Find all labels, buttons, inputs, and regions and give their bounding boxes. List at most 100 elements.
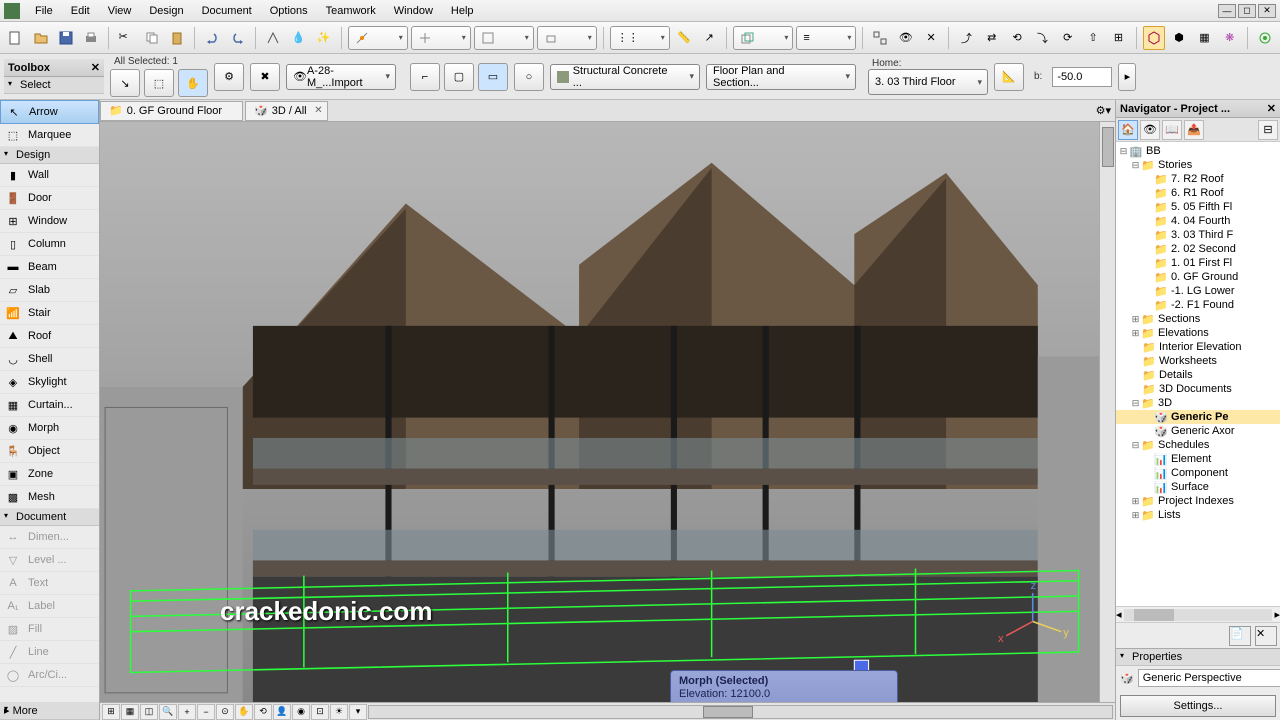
trace-combo[interactable] xyxy=(733,26,793,50)
measure-button[interactable]: ↗ xyxy=(698,26,720,50)
fill-tool[interactable]: ▨Fill xyxy=(0,618,99,641)
grid-display-combo[interactable]: ⋮⋮ xyxy=(610,26,670,50)
eyedropper-button[interactable]: 💧 xyxy=(287,26,309,50)
pick-button[interactable] xyxy=(262,26,284,50)
redo-button[interactable] xyxy=(227,26,249,50)
mirror-button[interactable]: ⟳ xyxy=(1057,26,1079,50)
multiply-button[interactable]: ⊞ xyxy=(1107,26,1129,50)
settings-dialog-button[interactable]: ⚙ xyxy=(214,63,244,91)
angle-icon-button[interactable]: 📐 xyxy=(994,63,1024,91)
line-tool[interactable]: ╱Line xyxy=(0,641,99,664)
save-button[interactable] xyxy=(55,26,77,50)
nav-opts-button[interactable]: ⊟ xyxy=(1258,120,1278,140)
grid-snap-combo[interactable] xyxy=(474,26,534,50)
3d-viewport[interactable]: z y x Morph (Selected) Elevation: 12100.… xyxy=(100,122,1099,702)
zone-tool[interactable]: ▣Zone xyxy=(0,463,99,486)
tree-int-elev[interactable]: 📁Interior Elevation xyxy=(1116,340,1280,354)
tree-worksheets[interactable]: 📁Worksheets xyxy=(1116,354,1280,368)
tree-3d-docs[interactable]: 📁3D Documents xyxy=(1116,382,1280,396)
tree-story-7[interactable]: 📁7. R2 Roof xyxy=(1116,172,1280,186)
print-button[interactable] xyxy=(80,26,102,50)
navigator-close-icon[interactable]: ✕ xyxy=(1267,102,1276,115)
tree-proj-indexes[interactable]: ⊞📁Project Indexes xyxy=(1116,494,1280,508)
skylight-tool[interactable]: ◈Skylight xyxy=(0,371,99,394)
paste-button[interactable] xyxy=(166,26,188,50)
b-value-field[interactable] xyxy=(1052,67,1112,87)
new-file-button[interactable] xyxy=(4,26,26,50)
delete-view-button[interactable]: ✕ xyxy=(1255,626,1277,646)
tree-lists[interactable]: ⊞📁Lists xyxy=(1116,508,1280,522)
tree-story-0[interactable]: 📁0. GF Ground xyxy=(1116,270,1280,284)
elevate-button[interactable]: ⇧ xyxy=(1082,26,1104,50)
menu-file[interactable]: File xyxy=(26,3,62,19)
menu-teamwork[interactable]: Teamwork xyxy=(317,3,385,19)
structural-material-combo[interactable]: Structural Concrete ... xyxy=(550,64,700,90)
tab-options-button[interactable]: ⚙▾ xyxy=(1096,104,1115,117)
suspend-groups-button[interactable] xyxy=(869,26,891,50)
render-button[interactable]: ❋ xyxy=(1219,26,1241,50)
view-name-field[interactable] xyxy=(1138,669,1280,687)
cancel-button[interactable]: ✕ xyxy=(920,26,942,50)
tree-story-5[interactable]: 📁5. 05 Fifth Fl xyxy=(1116,200,1280,214)
design-section-header[interactable]: Design xyxy=(0,147,99,164)
3d-window-button[interactable] xyxy=(1143,26,1165,50)
qo-3[interactable]: ◫ xyxy=(140,704,158,720)
show-hide-button[interactable]: 👁 xyxy=(895,26,917,50)
guideline-combo[interactable] xyxy=(348,26,408,50)
publisher-button[interactable]: 📤 xyxy=(1184,120,1204,140)
properties-header[interactable]: Properties xyxy=(1116,649,1280,666)
next-button[interactable]: ▸ xyxy=(1118,63,1136,91)
qo-8[interactable]: ✋ xyxy=(235,704,253,720)
tree-story-1[interactable]: 📁1. 01 First Fl xyxy=(1116,256,1280,270)
cut-button[interactable]: ✂ xyxy=(115,26,137,50)
tree-schedules[interactable]: ⊟📁Schedules xyxy=(1116,438,1280,452)
qo-12[interactable]: ⊡ xyxy=(311,704,329,720)
home-story-combo[interactable]: 3. 03 Third Floor xyxy=(868,69,988,95)
object-tool[interactable]: 🪑Object xyxy=(0,440,99,463)
document-section-header[interactable]: Document xyxy=(0,509,99,526)
arrow-tool[interactable]: ↖Arrow xyxy=(0,100,99,124)
tree-sch-surface[interactable]: 📊Surface xyxy=(1116,480,1280,494)
tab-3d-all[interactable]: 🎲3D / All✕ xyxy=(245,101,328,121)
window-tool[interactable]: ⊞Window xyxy=(0,210,99,233)
qo-10[interactable]: 👤 xyxy=(273,704,291,720)
geom-method-3[interactable]: ▭ xyxy=(478,63,508,91)
tree-sch-element[interactable]: 📊Element xyxy=(1116,452,1280,466)
label-tool[interactable]: A₁Label xyxy=(0,595,99,618)
shell-tool[interactable]: ◡Shell xyxy=(0,348,99,371)
curtainwall-tool[interactable]: ▦Curtain... xyxy=(0,394,99,417)
tree-story-3[interactable]: 📁3. 03 Third F xyxy=(1116,228,1280,242)
qo-5[interactable]: + xyxy=(178,704,196,720)
qo-6[interactable]: − xyxy=(197,704,215,720)
door-tool[interactable]: 🚪Door xyxy=(0,187,99,210)
geom-method-1[interactable]: ⌐ xyxy=(410,63,440,91)
view-map-button[interactable]: 👁 xyxy=(1140,120,1160,140)
distribute-button[interactable]: ⇄ xyxy=(981,26,1003,50)
tree-root[interactable]: ⊟🏢BB xyxy=(1116,144,1280,158)
text-tool[interactable]: AText xyxy=(0,572,99,595)
tree-generic-perspective[interactable]: 🎲Generic Pe xyxy=(1116,410,1280,424)
window-minimize-button[interactable]: — xyxy=(1218,4,1236,18)
level-tool[interactable]: ▽Level ... xyxy=(0,549,99,572)
tree-sections[interactable]: ⊞📁Sections xyxy=(1116,312,1280,326)
new-view-button[interactable]: 📄 xyxy=(1229,626,1251,646)
qo-7[interactable]: ⊙ xyxy=(216,704,234,720)
marquee-tool[interactable]: ⬚Marquee xyxy=(0,124,99,147)
rotate-button[interactable]: ⤵ xyxy=(1031,26,1053,50)
menu-view[interactable]: View xyxy=(99,3,141,19)
layer-combo[interactable]: ≡ xyxy=(796,26,856,50)
qo-2[interactable]: ▦ xyxy=(121,704,139,720)
renovation-filter-combo[interactable]: Floor Plan and Section... xyxy=(706,64,856,90)
arc-tool[interactable]: ◯Arc/Ci... xyxy=(0,664,99,687)
navigator-hscroll[interactable]: ◂▸ xyxy=(1116,606,1280,622)
dimension-tool[interactable]: ↔Dimen... xyxy=(0,526,99,549)
slab-tool[interactable]: ▱Slab xyxy=(0,279,99,302)
align-button[interactable]: ⤴ xyxy=(955,26,977,50)
menu-edit[interactable]: Edit xyxy=(62,3,99,19)
menu-help[interactable]: Help xyxy=(442,3,483,19)
layout-book-button[interactable]: 📖 xyxy=(1162,120,1182,140)
menu-design[interactable]: Design xyxy=(140,3,192,19)
menu-document[interactable]: Document xyxy=(193,3,261,19)
element-snap-combo[interactable] xyxy=(537,26,597,50)
column-tool[interactable]: ▯Column xyxy=(0,233,99,256)
